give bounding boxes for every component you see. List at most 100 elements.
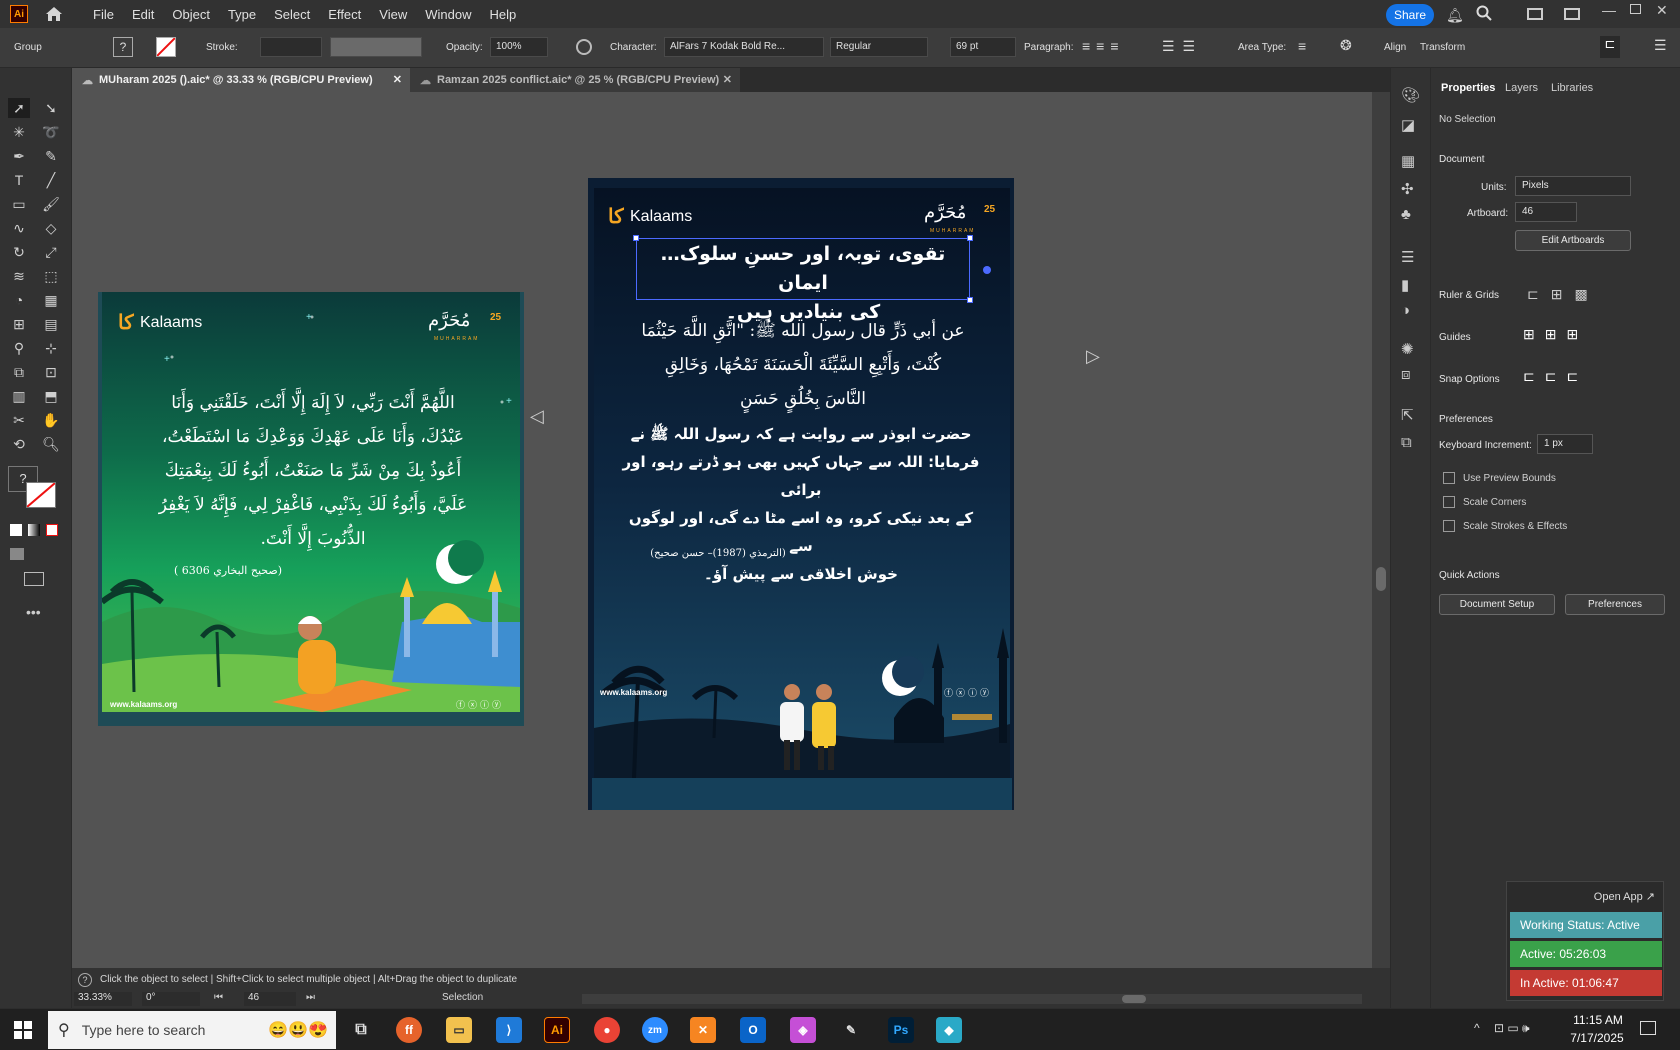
stroke-color-swatch[interactable] [26, 482, 56, 508]
puppet-icon[interactable]: ❂ [1340, 37, 1352, 54]
symbols-icon[interactable]: ♣ [1401, 206, 1411, 223]
minimize-icon[interactable]: — [1602, 2, 1616, 18]
menu-file[interactable]: File [84, 7, 123, 22]
task-view-icon[interactable]: ⧉ [348, 1017, 374, 1043]
workspace-icon[interactable] [1527, 8, 1543, 20]
artboard-select[interactable]: 46 [1515, 202, 1577, 222]
tab-properties[interactable]: Properties [1441, 82, 1495, 94]
stroke-weight-input[interactable] [260, 37, 322, 57]
photoshop-icon[interactable]: Ps [888, 1017, 914, 1043]
illustrator-icon[interactable]: Ai [544, 1017, 570, 1043]
panel-menu-icon[interactable]: ☰ [1654, 37, 1667, 54]
fill-swatch[interactable]: ? [113, 37, 133, 57]
measure-icon[interactable]: ⊹ [40, 338, 62, 358]
outlook-icon[interactable]: O [740, 1017, 766, 1043]
artboard-tool-icon[interactable]: ⬒ [40, 386, 62, 406]
zoom-select[interactable]: 33.33% [74, 992, 132, 1006]
shape-builder-icon[interactable]: ◔ [8, 290, 30, 310]
export-icon[interactable]: ⇱ [1401, 406, 1414, 424]
tray-chevron-icon[interactable]: ^ [1474, 1021, 1480, 1035]
magic-wand-icon[interactable]: ✳ [8, 122, 30, 142]
horizontal-scrollbar[interactable] [582, 994, 1362, 1004]
bell-icon[interactable]: 🔔︎ [1446, 7, 1464, 24]
menu-effect[interactable]: Effect [319, 7, 370, 22]
document-setup-button[interactable]: Document Setup [1439, 594, 1555, 615]
eraser-icon[interactable]: ◇ [40, 218, 62, 238]
tab-muharam[interactable]: ☁ MUharam 2025 ().aic* @ 33.33 % (RGB/CP… [72, 68, 410, 92]
transform-link[interactable]: Transform [1420, 42, 1465, 53]
more-tools-icon[interactable]: ••• [26, 604, 41, 620]
direct-selection-tool-icon[interactable]: ➘ [40, 98, 62, 118]
windows-start-icon[interactable] [14, 1021, 32, 1042]
taskbar-search-box[interactable]: ⚲ Type here to search 😄😃😍 [48, 1011, 336, 1049]
paragraph-align-buttons[interactable]: ≡≡≡ [1082, 38, 1154, 56]
units-select[interactable]: Pixels [1515, 176, 1631, 196]
graph-icon[interactable]: ▥ [8, 386, 30, 406]
artboard-number-select[interactable]: 46 [244, 992, 296, 1006]
lasso-icon[interactable]: ➰ [40, 122, 62, 142]
artboard-muharram-dua[interactable]: + + + كا Kalaams مُحَرَّم 25 MUHARRAM اللَ… [98, 292, 524, 726]
tab-layers[interactable]: Layers [1505, 82, 1538, 94]
close-tab-icon[interactable]: ✕ [393, 73, 402, 86]
font-style-select[interactable]: Regular [830, 37, 928, 57]
preferences-button[interactable]: Preferences [1565, 594, 1665, 615]
type-tool-icon[interactable]: T [8, 170, 30, 190]
rotate-icon[interactable]: ↻ [8, 242, 30, 262]
none-mode-icon[interactable] [46, 524, 58, 536]
symbol-sprayer-icon[interactable]: ⊡ [40, 362, 62, 382]
firefox-icon[interactable]: ff [396, 1017, 422, 1043]
affinity-icon[interactable]: ◈ [790, 1017, 816, 1043]
canvas[interactable]: + + + كا Kalaams مُحَرَّم 25 MUHARRAM اللَ… [72, 92, 1372, 972]
search-icon[interactable] [1476, 5, 1492, 24]
arrange-icon[interactable] [1564, 8, 1580, 20]
pen-tool-icon[interactable]: ✎ [838, 1017, 864, 1043]
stroke-panel-icon[interactable]: ☰ [1401, 248, 1414, 266]
tab-ramzan[interactable]: ☁ Ramzan 2025 conflict.aic* @ 25 % (RGB/… [410, 68, 740, 92]
close-icon[interactable]: ✕ [1656, 2, 1668, 19]
hand-icon[interactable]: ✋ [40, 410, 62, 430]
warp-icon[interactable]: ≋ [8, 266, 30, 286]
scale-corners-checkbox[interactable] [1443, 496, 1455, 508]
prev-artboard-icon[interactable]: ◁ [530, 406, 544, 427]
scrollbar-thumb[interactable] [1122, 995, 1146, 1003]
eyedropper-icon[interactable]: ⚲ [8, 338, 30, 358]
ruler-grid-toggles[interactable]: ⊏⊞▩ [1527, 286, 1600, 303]
swatches-icon[interactable]: ▦ [1401, 152, 1415, 170]
menu-window[interactable]: Window [416, 7, 480, 22]
gradient-icon[interactable]: ▤ [40, 314, 62, 334]
first-artboard-icon[interactable]: ⏮ [214, 992, 223, 1003]
font-size-input[interactable]: 69 pt [950, 37, 1016, 57]
next-artboard-icon[interactable]: ▷ [1086, 346, 1100, 367]
snap-toggles[interactable]: ⊏⊏⊏ [1523, 368, 1588, 385]
opacity-input[interactable]: 100% [490, 37, 548, 57]
menu-help[interactable]: Help [480, 7, 525, 22]
brushes-icon[interactable]: ✣ [1401, 180, 1414, 198]
scale-icon[interactable]: ⤢ [40, 242, 62, 262]
tray-icons[interactable]: ⊡ ▭ 🕪︎ [1494, 1021, 1530, 1036]
rectangle-tool-icon[interactable]: ▭ [8, 194, 30, 214]
mesh-icon[interactable]: ⊞ [8, 314, 30, 334]
keyboard-increment-input[interactable]: 1 px [1537, 434, 1593, 454]
guides-toggles[interactable]: ⊞⊞⊞ [1523, 326, 1588, 343]
menu-select[interactable]: Select [265, 7, 319, 22]
curvature-icon[interactable]: ✎ [40, 146, 62, 166]
rotation-select[interactable]: 0° [142, 992, 200, 1006]
selection-anchor[interactable] [983, 266, 991, 274]
appearance-icon[interactable]: ✺ [1401, 340, 1414, 358]
draw-mode-icon[interactable] [10, 548, 24, 560]
list-buttons[interactable]: ☰☰ [1162, 38, 1203, 55]
restore-icon[interactable] [1630, 4, 1641, 14]
open-app-link[interactable]: Open App ↗ [1594, 890, 1655, 903]
share-button[interactable]: Share [1386, 4, 1434, 26]
close-tab-icon[interactable]: ✕ [723, 73, 732, 86]
artboards-panel-icon[interactable]: ⧉ [1401, 434, 1412, 451]
tab-libraries[interactable]: Libraries [1551, 82, 1593, 94]
stroke-swatch[interactable] [156, 37, 176, 57]
edit-artboards-button[interactable]: Edit Artboards [1515, 230, 1631, 251]
color-guide-icon[interactable]: ◪ [1401, 116, 1415, 134]
menu-view[interactable]: View [370, 7, 416, 22]
notifications-icon[interactable] [1640, 1021, 1656, 1035]
rotate-view-icon[interactable]: ⟲ [8, 434, 30, 454]
zoom-icon[interactable]: zm [642, 1017, 668, 1043]
last-artboard-icon[interactable]: ⏭ [306, 992, 315, 1003]
